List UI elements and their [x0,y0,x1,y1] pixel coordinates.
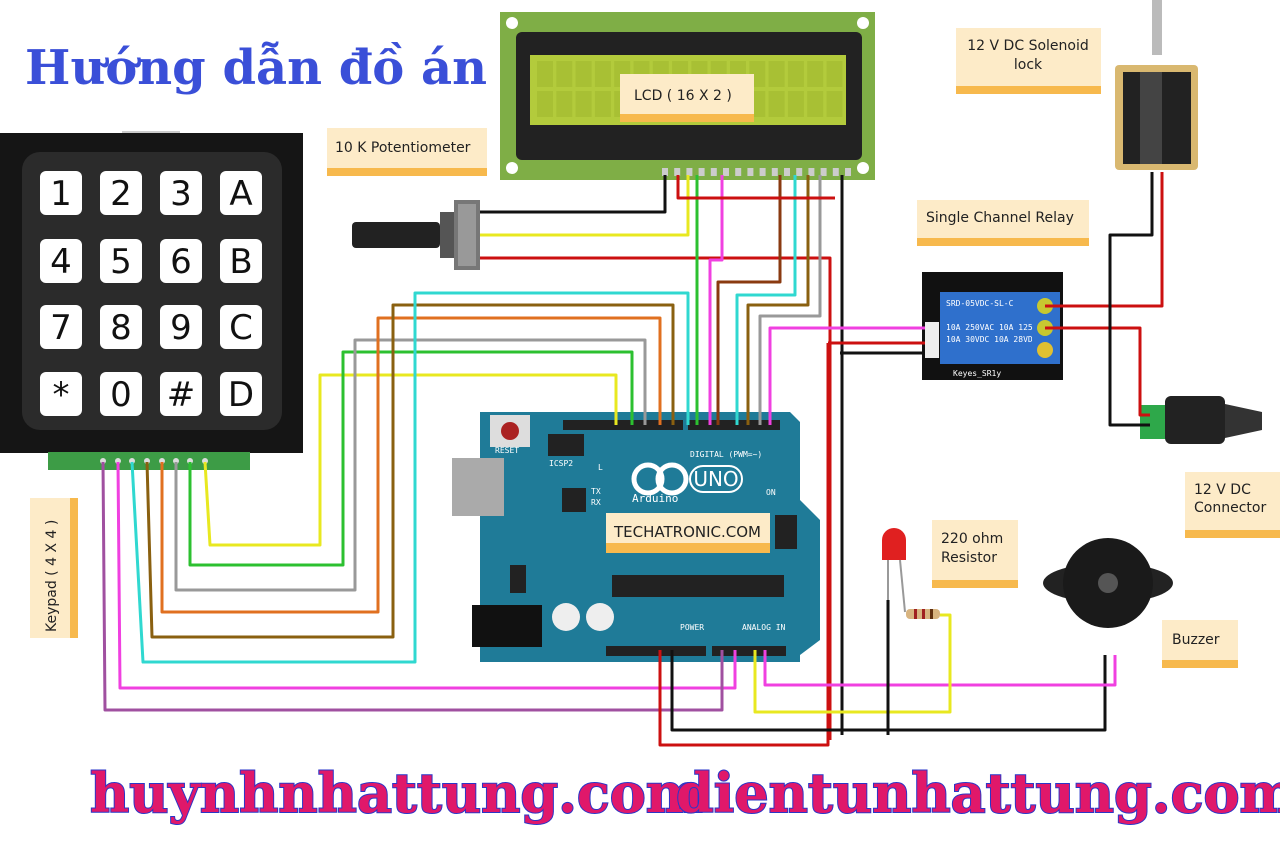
key-label: D [228,375,254,415]
solenoid-lock [1115,0,1198,170]
keypad-key[interactable]: 1 [40,171,82,215]
keypad-key[interactable]: 2 [100,171,142,215]
key-label: 6 [170,242,192,282]
wire [735,175,797,425]
svg-text:10A 30VDC 10A 28VDC: 10A 30VDC 10A 28VDC [946,335,1038,344]
keypad-key[interactable]: 6 [160,239,202,283]
keypad-key[interactable]: # [160,372,202,416]
key-label: 7 [50,308,72,348]
svg-text:POWER: POWER [680,623,704,632]
svg-text:lock: lock [1014,57,1043,73]
svg-text:Connector: Connector [1194,500,1266,516]
buzzer-note: Buzzer [1162,620,1238,668]
keypad-key[interactable]: 4 [40,239,82,283]
potentiometer [352,200,480,270]
circuit-diagram: Hướng dẫn đồ án LCD ( 16 X 2 ) 1 2 3 A 4 5 6 B 7… [0,0,1280,826]
wire [480,175,690,237]
key-label: 4 [50,242,72,282]
page-title: Hướng dẫn đồ án [25,40,487,96]
svg-text:ON: ON [766,488,776,497]
key-label: # [167,375,196,415]
svg-text:ICSP2: ICSP2 [549,459,573,468]
keypad-key[interactable]: * [40,372,82,416]
svg-text:Arduino: Arduino [632,492,678,505]
key-label: A [229,174,252,214]
website-link-1[interactable]: huynhnhattung.com [89,760,704,826]
key-label: 5 [110,242,132,282]
keypad-key[interactable]: 5 [100,239,142,283]
solenoid-note: 12 V DC Solenoid lock [956,28,1101,94]
svg-text:SRD-05VDC-SL-C: SRD-05VDC-SL-C [946,299,1014,308]
wire [708,175,724,425]
key-label: C [229,308,253,348]
key-label: B [229,242,252,282]
resistor [906,609,940,619]
key-label: 8 [110,308,132,348]
svg-text:Resistor: Resistor [941,550,997,566]
svg-text:Keyes_SR1y: Keyes_SR1y [953,369,1001,378]
key-label: 0 [110,375,132,415]
wire [480,175,667,214]
wire [763,650,1117,687]
keypad-key[interactable]: D [220,372,262,416]
svg-text:12 V DC: 12 V DC [1194,482,1251,498]
keypad-key[interactable]: 9 [160,305,202,349]
dc-connector [1140,396,1262,444]
wire [746,175,810,425]
svg-text:10 K Potentiometer: 10 K Potentiometer [335,140,471,156]
svg-text:RX: RX [591,498,601,507]
connector-note: 12 V DC Connector [1185,472,1280,538]
svg-text:12 V DC Solenoid: 12 V DC Solenoid [967,38,1088,54]
key-label: 3 [170,174,192,214]
techatronic-note: TECHATRONIC.COM [606,513,770,553]
keypad-note: Keypad ( 4 X 4 ) [30,498,78,638]
relay-module: SRD-05VDC-SL-C 10A 250VAC 10A 125VAC 10A… [922,272,1063,380]
svg-text:LCD ( 16 X 2 ): LCD ( 16 X 2 ) [634,88,732,104]
svg-text:Buzzer: Buzzer [1172,632,1220,648]
keypad-key[interactable]: 0 [100,372,142,416]
svg-text:ANALOG IN: ANALOG IN [742,623,786,632]
led [882,528,906,613]
key-label: 9 [170,308,192,348]
website-link-2[interactable]: dientunhattung.com [675,760,1280,826]
keypad-key[interactable]: C [220,305,262,349]
svg-text:TECHATRONIC.COM: TECHATRONIC.COM [613,523,761,541]
keypad-key[interactable]: 3 [160,171,202,215]
keypad-key[interactable]: B [220,239,262,283]
svg-text:DIGITAL (PWM=~): DIGITAL (PWM=~) [690,450,762,459]
potentiometer-note: 10 K Potentiometer [327,128,487,176]
key-label: 2 [110,174,132,214]
relay-note: Single Channel Relay [917,200,1089,246]
keypad-key[interactable]: 8 [100,305,142,349]
key-label: * [53,375,70,415]
svg-text:Single Channel Relay: Single Channel Relay [926,210,1074,226]
svg-text:RESET: RESET [495,446,519,455]
wire [1108,172,1154,427]
resistor-note: 220 ohm Resistor [932,520,1018,588]
keypad-key[interactable]: A [220,171,262,215]
lcd-label-note: LCD ( 16 X 2 ) [620,74,754,122]
key-label: 1 [50,174,72,214]
keypad: 1 2 3 A 4 5 6 B 7 8 9 C * 0 # D [0,131,303,470]
svg-text:L: L [598,463,603,472]
svg-text:UNO: UNO [693,467,738,491]
keypad-key[interactable]: 7 [40,305,82,349]
svg-text:Keypad ( 4 X 4 ): Keypad ( 4 X 4 ) [44,520,60,632]
svg-text:TX: TX [591,487,601,496]
buzzer [1043,538,1173,628]
svg-text:220 ohm: 220 ohm [941,531,1003,547]
